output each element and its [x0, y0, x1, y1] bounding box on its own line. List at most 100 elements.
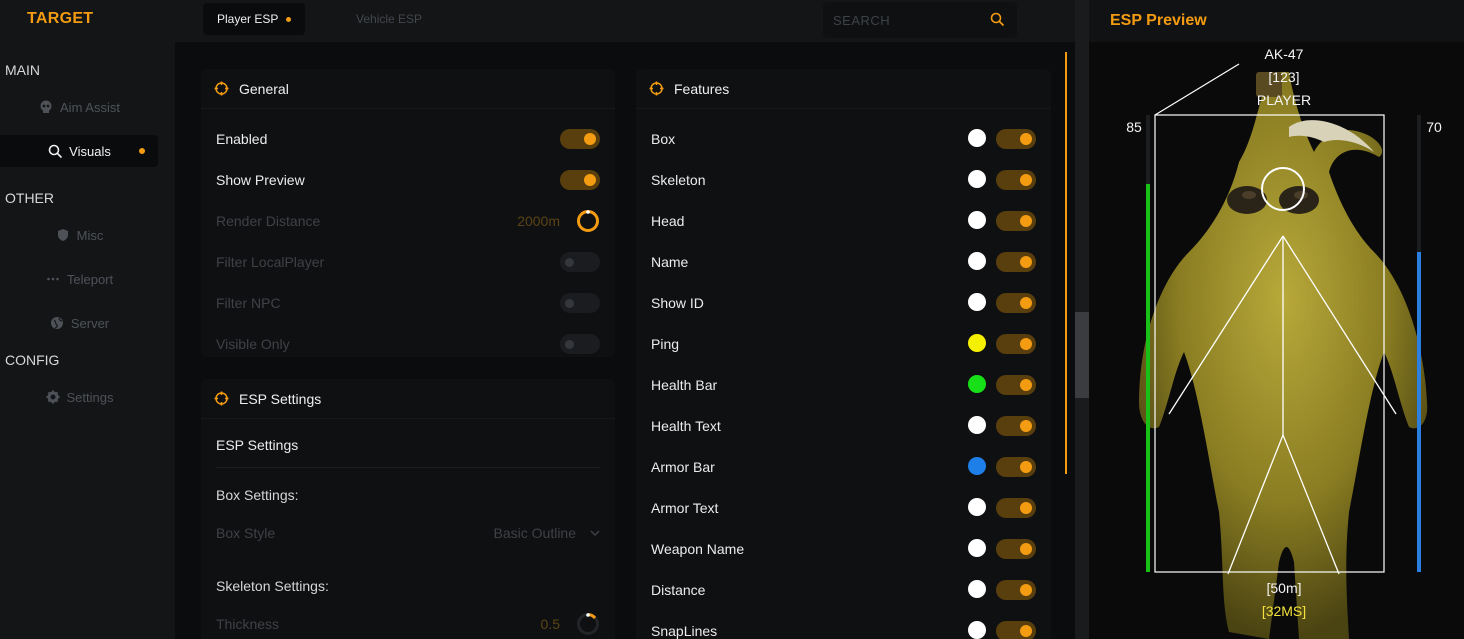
gear-icon — [45, 389, 61, 405]
thickness-row: Thickness 0.5 — [216, 611, 600, 637]
snapline — [1154, 63, 1240, 116]
box-style-label: Box Style — [216, 525, 276, 541]
feature-toggle[interactable] — [996, 620, 1036, 639]
shield-icon — [55, 227, 71, 243]
feature-label: Show ID — [651, 294, 704, 311]
setting-render-distance: Render Distance 2000m — [216, 200, 600, 241]
thickness-value: 0.5 — [540, 616, 560, 632]
esp-preview-panel: ESP Preview AK-47 [123] PLAYER 85 70 [50… — [1089, 0, 1464, 639]
sidebar-item-server[interactable]: Server — [0, 307, 158, 339]
color-swatch[interactable] — [968, 170, 986, 188]
general-panel-header: General — [201, 69, 615, 109]
feature-row-armor-bar: Armor Bar — [651, 446, 1036, 487]
feature-toggle[interactable] — [996, 251, 1036, 272]
color-swatch[interactable] — [968, 375, 986, 393]
box-style-select[interactable]: Basic Outline — [494, 525, 600, 541]
color-swatch[interactable] — [968, 498, 986, 516]
divider — [216, 467, 600, 468]
sidebar-item-aim-assist[interactable]: Aim Assist — [0, 91, 158, 123]
color-swatch[interactable] — [968, 457, 986, 475]
color-swatch[interactable] — [968, 580, 986, 598]
feature-toggle[interactable] — [996, 579, 1036, 600]
feature-label: Distance — [651, 581, 706, 598]
esp-armor-text: 70 — [1426, 119, 1442, 135]
esp-settings-panel: ESP Settings ESP Settings Box Settings: … — [201, 379, 615, 639]
search-icon — [47, 143, 63, 159]
sidebar-item-settings[interactable]: Settings — [0, 381, 158, 413]
setting-label: Visible Only — [216, 335, 290, 352]
setting-label: Show Preview — [216, 171, 305, 188]
feature-toggle[interactable] — [996, 415, 1036, 436]
skeleton-settings-heading: Skeleton Settings: — [216, 578, 329, 594]
feature-row-ping: Ping — [651, 323, 1036, 364]
feature-label: Ping — [651, 335, 680, 352]
search-icon[interactable] — [990, 12, 1005, 32]
feature-toggle[interactable] — [996, 169, 1036, 190]
color-swatch[interactable] — [968, 334, 986, 352]
feature-row-distance: Distance — [651, 569, 1036, 610]
thickness-knob[interactable] — [576, 612, 600, 639]
box-style-value: Basic Outline — [493, 525, 576, 541]
filter-localplayer-toggle[interactable] — [560, 251, 600, 272]
color-swatch[interactable] — [968, 211, 986, 229]
box-style-row: Box Style Basic Outline — [216, 521, 600, 545]
globe-icon — [49, 315, 65, 331]
sidebar-item-visuals[interactable]: Visuals — [0, 135, 158, 167]
sidebar-item-label: Visuals — [69, 143, 111, 159]
feature-toggle[interactable] — [996, 333, 1036, 354]
esp-name-label: PLAYER — [1256, 92, 1312, 108]
feature-toggle[interactable] — [996, 292, 1036, 313]
sidebar-item-misc[interactable]: Misc — [0, 219, 158, 251]
sidebar-item-teleport[interactable]: Teleport — [0, 263, 158, 295]
esp-settings-subtitle: ESP Settings — [216, 437, 299, 453]
scrollbar-thumb[interactable] — [1075, 312, 1089, 398]
visible-only-toggle[interactable] — [560, 333, 600, 354]
armor-bar-fill — [1417, 252, 1421, 572]
feature-label: Name — [651, 253, 689, 270]
setting-label: Enabled — [216, 130, 268, 147]
search-box — [823, 2, 1017, 38]
show-preview-toggle[interactable] — [560, 169, 600, 190]
feature-row-snaplines: SnapLines — [651, 610, 1036, 639]
panel-title: General — [239, 80, 289, 97]
color-swatch[interactable] — [968, 416, 986, 434]
feature-toggle[interactable] — [996, 210, 1036, 231]
sidebar-item-label: Aim Assist — [60, 99, 120, 115]
enabled-toggle[interactable] — [560, 128, 600, 149]
filter-npc-toggle[interactable] — [560, 292, 600, 313]
features-panel-header: Features — [636, 69, 1051, 109]
feature-label: Box — [651, 130, 676, 147]
setting-enabled: Enabled — [216, 118, 600, 159]
main-scrollbar[interactable] — [1075, 0, 1089, 639]
tab-vehicle-esp[interactable]: Vehicle ESP — [342, 3, 436, 35]
feature-row-box: Box — [651, 118, 1036, 159]
render-distance-knob[interactable] — [576, 209, 600, 236]
chevron-down-icon — [590, 529, 600, 537]
feature-toggle[interactable] — [996, 497, 1036, 518]
esp-id-label: [123] — [1268, 69, 1300, 85]
sidebar-item-label: Teleport — [66, 271, 114, 287]
feature-toggle[interactable] — [996, 128, 1036, 149]
search-input[interactable] — [833, 12, 983, 28]
color-swatch[interactable] — [968, 621, 986, 639]
tab-player-esp[interactable]: Player ESP — [203, 3, 306, 35]
color-swatch[interactable] — [968, 252, 986, 270]
section-config: CONFIG — [5, 352, 60, 368]
feature-toggle[interactable] — [996, 538, 1036, 559]
sidebar-item-label: Settings — [66, 389, 114, 405]
content-scrollbar[interactable] — [1065, 52, 1067, 474]
color-swatch[interactable] — [968, 539, 986, 557]
feature-row-health-bar: Health Bar — [651, 364, 1036, 405]
feature-toggle[interactable] — [996, 456, 1036, 477]
esp-weapon-label: AK-47 — [1264, 46, 1304, 62]
feature-row-armor-text: Armor Text — [651, 487, 1036, 528]
color-swatch[interactable] — [968, 293, 986, 311]
feature-toggle[interactable] — [996, 374, 1036, 395]
feature-label: Skeleton — [651, 171, 706, 188]
setting-filter-npc: Filter NPC — [216, 282, 600, 323]
brand-title: TARGET — [27, 10, 94, 27]
active-tab-dot — [286, 16, 292, 22]
esp-settings-panel-header: ESP Settings — [201, 379, 615, 419]
feature-label: Armor Text — [651, 499, 719, 516]
color-swatch[interactable] — [968, 129, 986, 147]
